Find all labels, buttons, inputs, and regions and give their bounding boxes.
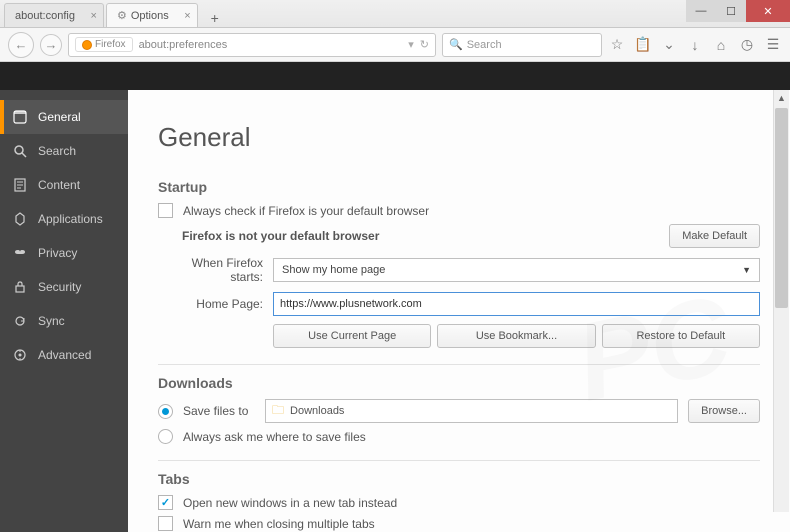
restore-default-button[interactable]: Restore to Default (602, 324, 760, 348)
scrollbar-thumb[interactable] (775, 108, 788, 308)
maximize-button[interactable]: ☐ (716, 0, 746, 22)
check-default-label: Always check if Firefox is your default … (183, 204, 429, 218)
sync-icon (12, 313, 28, 329)
search-icon: 🔍 (449, 38, 463, 51)
save-to-label: Save files to (183, 404, 255, 418)
home-page-label: Home Page: (158, 297, 263, 311)
lock-icon (12, 279, 28, 295)
sidebar-item-label: Content (38, 178, 80, 192)
url-text: about:preferences (139, 39, 403, 51)
identity-label: Firefox (95, 39, 126, 50)
download-path-text: Downloads (290, 405, 344, 417)
privacy-icon (12, 245, 28, 261)
new-tab-button[interactable]: + (204, 9, 226, 27)
clipboard-icon[interactable]: 📋 (634, 36, 652, 54)
vertical-scrollbar[interactable]: ▲ (773, 90, 789, 512)
minimize-button[interactable]: — (686, 0, 716, 22)
window-controls: — ☐ ✕ (686, 0, 790, 27)
identity-badge[interactable]: Firefox (75, 37, 133, 52)
page-title: General (158, 122, 760, 153)
main-area: General Search Content Applications Priv… (0, 90, 790, 532)
menu-icon[interactable]: ☰ (764, 36, 782, 54)
tabs-opt2-label: Warn me when closing multiple tabs (183, 517, 375, 531)
browse-button[interactable]: Browse... (688, 399, 760, 423)
scroll-up-icon[interactable]: ▲ (774, 90, 789, 106)
sidebar-item-label: Applications (38, 212, 103, 226)
download-icon[interactable]: ↓ (686, 36, 704, 54)
back-button[interactable]: ← (8, 32, 34, 58)
when-starts-select[interactable]: Show my home page ▼ (273, 258, 760, 282)
sidebar: General Search Content Applications Priv… (0, 90, 128, 532)
close-button[interactable]: ✕ (746, 0, 790, 22)
search-placeholder: Search (467, 39, 502, 51)
divider (158, 364, 760, 365)
divider (158, 460, 760, 461)
header-blackbar (0, 62, 790, 90)
save-to-radio[interactable] (158, 404, 173, 419)
applications-icon (12, 211, 28, 227)
tab-options[interactable]: ⚙ Options × (106, 3, 198, 27)
use-bookmark-button[interactable]: Use Bookmark... (437, 324, 595, 348)
navbar: ← → Firefox about:preferences ▾ ↻ 🔍 Sear… (0, 28, 790, 62)
forward-button[interactable]: → (40, 34, 62, 56)
url-bar[interactable]: Firefox about:preferences ▾ ↻ (68, 33, 436, 57)
reload-icon[interactable]: ↻ (420, 38, 429, 51)
close-icon[interactable]: × (184, 10, 190, 22)
always-ask-label: Always ask me where to save files (183, 430, 366, 444)
sidebar-item-security[interactable]: Security (0, 270, 128, 304)
download-path-field[interactable]: 🗀 Downloads (265, 399, 678, 423)
sidebar-item-general[interactable]: General (0, 100, 128, 134)
pocket-icon[interactable]: ⌄ (660, 36, 678, 54)
close-icon[interactable]: × (91, 10, 97, 22)
firefox-icon (82, 40, 92, 50)
tab-label: Options (131, 10, 169, 22)
tabs-heading: Tabs (158, 471, 760, 487)
home-icon[interactable]: ⌂ (712, 36, 730, 54)
titlebar: about:config × ⚙ Options × + — ☐ ✕ (0, 0, 790, 28)
sidebar-item-label: Privacy (38, 246, 77, 260)
startup-heading: Startup (158, 179, 760, 195)
history-icon[interactable]: ◷ (738, 36, 756, 54)
sidebar-item-label: Sync (38, 314, 65, 328)
sidebar-item-privacy[interactable]: Privacy (0, 236, 128, 270)
advanced-icon (12, 347, 28, 363)
select-value: Show my home page (282, 264, 385, 276)
use-current-button[interactable]: Use Current Page (273, 324, 431, 348)
sidebar-item-label: General (38, 110, 81, 124)
tabs-opt1-label: Open new windows in a new tab instead (183, 496, 397, 510)
when-starts-label: When Firefox starts: (158, 256, 263, 284)
not-default-text: Firefox is not your default browser (182, 229, 379, 243)
dropdown-icon[interactable]: ▾ (408, 38, 414, 51)
gear-icon: ⚙ (117, 9, 127, 22)
sidebar-item-label: Advanced (38, 348, 91, 362)
tabstrip: about:config × ⚙ Options × + (0, 0, 686, 27)
chevron-down-icon: ▼ (742, 265, 751, 275)
search-bar[interactable]: 🔍 Search (442, 33, 602, 57)
folder-icon: 🗀 (272, 401, 284, 422)
tabs-opt2-checkbox[interactable] (158, 516, 173, 531)
make-default-button[interactable]: Make Default (669, 224, 760, 248)
check-default-checkbox[interactable] (158, 203, 173, 218)
always-ask-radio[interactable] (158, 429, 173, 444)
star-icon[interactable]: ☆ (608, 36, 626, 54)
general-icon (12, 109, 28, 125)
tab-label: about:config (15, 10, 75, 22)
tab-about-config[interactable]: about:config × (4, 3, 104, 27)
toolbar-icons: ☆ 📋 ⌄ ↓ ⌂ ◷ ☰ (608, 36, 782, 54)
tabs-opt1-checkbox[interactable] (158, 495, 173, 510)
sidebar-item-label: Search (38, 144, 76, 158)
sidebar-item-applications[interactable]: Applications (0, 202, 128, 236)
content-icon (12, 177, 28, 193)
sidebar-item-sync[interactable]: Sync (0, 304, 128, 338)
sidebar-item-advanced[interactable]: Advanced (0, 338, 128, 372)
sidebar-item-content[interactable]: Content (0, 168, 128, 202)
sidebar-item-label: Security (38, 280, 81, 294)
home-page-input[interactable] (273, 292, 760, 316)
search-icon (12, 143, 28, 159)
downloads-heading: Downloads (158, 375, 760, 391)
sidebar-item-search[interactable]: Search (0, 134, 128, 168)
content-pane: PC General Startup Always check if Firef… (128, 90, 790, 532)
